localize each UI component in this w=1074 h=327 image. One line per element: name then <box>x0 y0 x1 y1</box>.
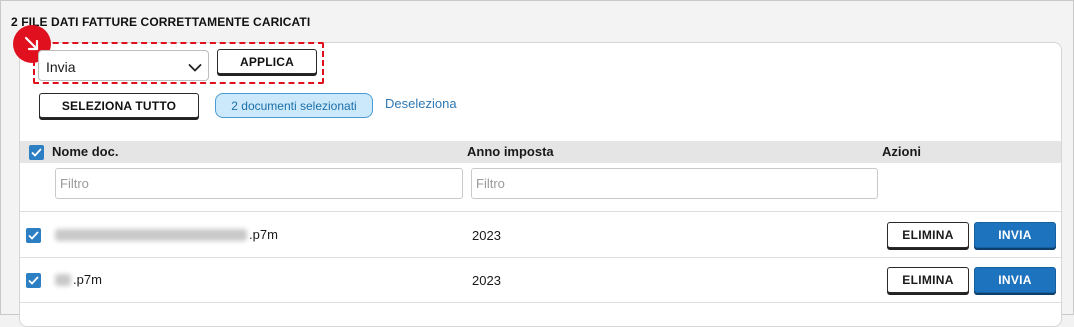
row-divider <box>20 211 1061 212</box>
apply-button[interactable]: APPLICA <box>217 49 317 74</box>
delete-button[interactable]: ELIMINA <box>887 267 969 293</box>
row-checkbox[interactable] <box>26 273 41 288</box>
row-checkbox[interactable] <box>26 228 41 243</box>
column-header-name: Nome doc. <box>52 144 119 159</box>
selected-count-badge: 2 documenti selezionati <box>215 93 373 118</box>
delete-button[interactable]: ELIMINA <box>887 222 969 248</box>
deselect-link[interactable]: Deseleziona <box>385 96 457 111</box>
checkmark-icon <box>31 148 42 157</box>
redacted-name <box>55 273 71 286</box>
action-select-value: Invia <box>46 59 76 75</box>
column-header-year: Anno imposta <box>467 144 554 159</box>
chevron-down-icon <box>188 60 202 76</box>
checkmark-icon <box>28 276 39 285</box>
row-divider <box>20 257 1061 258</box>
redacted-name <box>55 228 247 241</box>
document-name: .p7m <box>55 272 102 287</box>
section-title: 2 FILE DATI FATTURE CORRETTAMENTE CARICA… <box>11 15 311 29</box>
action-select[interactable]: Invia <box>38 50 209 81</box>
checkmark-icon <box>28 231 39 240</box>
tax-year: 2023 <box>472 228 501 243</box>
select-all-button[interactable]: SELEZIONA TUTTO <box>39 93 199 118</box>
send-button[interactable]: INVIA <box>974 222 1056 248</box>
row-divider <box>20 302 1061 303</box>
document-extension: .p7m <box>249 227 278 242</box>
name-filter-input[interactable] <box>55 168 463 199</box>
document-extension: .p7m <box>73 272 102 287</box>
document-name: .p7m <box>55 227 278 242</box>
select-all-checkbox[interactable] <box>29 145 44 160</box>
send-button[interactable]: INVIA <box>974 267 1056 293</box>
year-filter-input[interactable] <box>471 168 878 199</box>
column-header-actions: Azioni <box>882 144 921 159</box>
tax-year: 2023 <box>472 273 501 288</box>
